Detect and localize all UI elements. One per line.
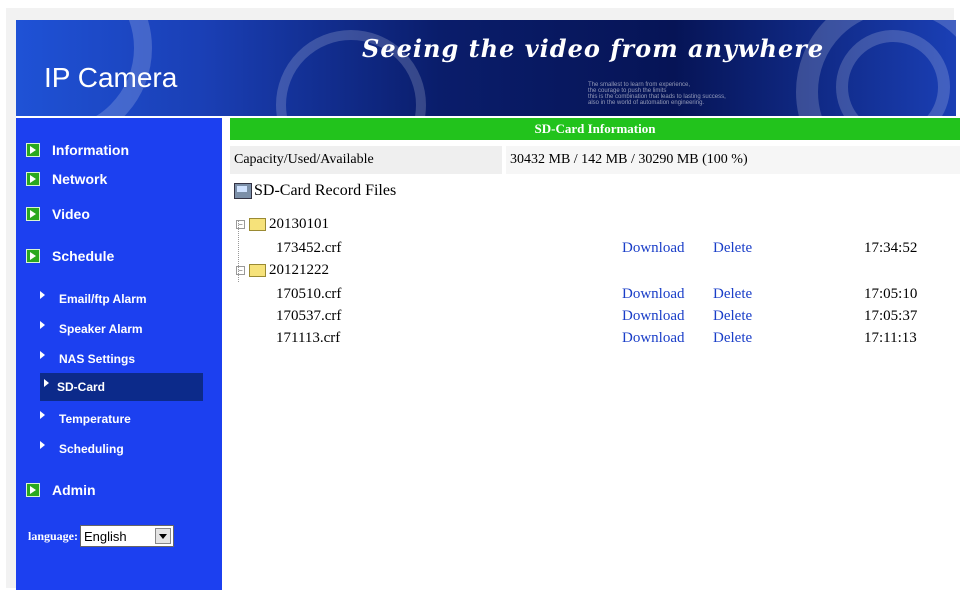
folder-node[interactable]: − 20130101 xyxy=(236,216,329,233)
sidebar-item-label: Admin xyxy=(52,482,96,498)
sidebar-item-video[interactable]: Video xyxy=(26,204,90,224)
sidebar-subitem-label: Scheduling xyxy=(59,442,124,456)
sidebar-subitem-speaker-alarm[interactable]: Speaker Alarm xyxy=(40,318,143,340)
header-slogan: Seeing the video from anywhere xyxy=(362,34,825,63)
sidebar-subitem-scheduling[interactable]: Scheduling xyxy=(40,438,124,460)
download-link[interactable]: Download xyxy=(622,308,685,325)
file-time: 17:05:10 xyxy=(864,286,918,302)
play-arrow-icon xyxy=(26,143,40,157)
triangle-bullet-icon xyxy=(44,379,49,387)
record-files-title: SD-Card Record Files xyxy=(234,182,396,200)
sidebar-divider xyxy=(16,116,222,118)
file-time: 17:05:37 xyxy=(864,308,918,324)
sidebar-item-schedule[interactable]: Schedule xyxy=(26,246,114,266)
chevron-down-icon[interactable] xyxy=(155,528,172,544)
capacity-value: 30432 MB / 142 MB / 30290 MB (100 %) xyxy=(506,146,960,174)
section-title: SD-Card Information xyxy=(230,118,960,140)
delete-link[interactable]: Delete xyxy=(713,308,752,325)
record-files-title-text: SD-Card Record Files xyxy=(254,182,397,199)
sidebar-subitem-temperature[interactable]: Temperature xyxy=(40,408,131,430)
download-link[interactable]: Download xyxy=(622,240,685,257)
sidebar-item-label: Video xyxy=(52,206,90,222)
folder-icon xyxy=(249,264,266,277)
tagline-line: also in the world of automation engineer… xyxy=(588,100,705,106)
delete-link[interactable]: Delete xyxy=(713,330,752,347)
language-label: language: xyxy=(28,528,79,543)
sidebar-item-label: Information xyxy=(52,142,129,158)
file-time: 17:11:13 xyxy=(864,330,917,346)
sidebar-subitem-label: Temperature xyxy=(59,412,131,426)
delete-link[interactable]: Delete xyxy=(713,240,752,257)
collapse-icon[interactable]: − xyxy=(236,266,245,275)
file-name: 170537.crf xyxy=(276,308,342,324)
sidebar-subitem-label: SD-Card xyxy=(57,380,106,394)
triangle-bullet-icon xyxy=(40,411,45,419)
triangle-bullet-icon xyxy=(40,321,45,329)
language-selected-value: English xyxy=(84,528,127,544)
file-time: 17:34:52 xyxy=(864,240,918,256)
triangle-bullet-icon xyxy=(40,441,45,449)
capacity-label: Capacity/Used/Available xyxy=(230,146,502,174)
sidebar-subitem-nas-settings[interactable]: NAS Settings xyxy=(40,348,135,370)
file-name: 170510.crf xyxy=(276,286,342,302)
folder-name: 20130101 xyxy=(269,216,329,232)
sidebar-subitem-label: Email/ftp Alarm xyxy=(59,292,147,306)
sidebar-item-admin[interactable]: Admin xyxy=(26,480,96,500)
sidebar-subitem-label: Speaker Alarm xyxy=(59,322,143,336)
sidebar: Information Network Video Schedule Email… xyxy=(16,116,222,590)
sidebar-item-information[interactable]: Information xyxy=(26,140,129,160)
download-link[interactable]: Download xyxy=(622,286,685,303)
file-name: 173452.crf xyxy=(276,240,342,256)
download-link[interactable]: Download xyxy=(622,330,685,347)
triangle-bullet-icon xyxy=(40,351,45,359)
sidebar-item-label: Schedule xyxy=(52,248,115,264)
folder-name: 20121222 xyxy=(269,262,329,278)
sidebar-item-network[interactable]: Network xyxy=(26,169,107,189)
language-dropdown[interactable]: English xyxy=(80,525,175,547)
file-name: 171113.crf xyxy=(276,330,341,346)
language-selector: language: English xyxy=(28,525,175,547)
play-arrow-icon xyxy=(26,207,40,221)
folder-icon xyxy=(249,218,266,231)
capacity-row: Capacity/Used/Available 30432 MB / 142 M… xyxy=(230,146,960,174)
folder-node[interactable]: − 20121222 xyxy=(236,262,329,279)
main-content: SD-Card Information Capacity/Used/Availa… xyxy=(222,116,960,590)
triangle-bullet-icon xyxy=(40,291,45,299)
play-arrow-icon xyxy=(26,249,40,263)
header-tagline: The smallest to learn from experience, t… xyxy=(588,82,726,106)
play-arrow-icon xyxy=(26,483,40,497)
sidebar-subitem-label: NAS Settings xyxy=(59,352,136,366)
sidebar-subitem-sd-card[interactable]: SD-Card xyxy=(40,373,203,401)
hard-drive-icon xyxy=(234,183,252,199)
play-arrow-icon xyxy=(26,172,40,186)
sidebar-subitem-email-ftp-alarm[interactable]: Email/ftp Alarm xyxy=(40,288,147,310)
sidebar-item-label: Network xyxy=(52,171,108,187)
collapse-icon[interactable]: − xyxy=(236,220,245,229)
brand-title: IP Camera xyxy=(44,62,178,93)
delete-link[interactable]: Delete xyxy=(713,286,752,303)
